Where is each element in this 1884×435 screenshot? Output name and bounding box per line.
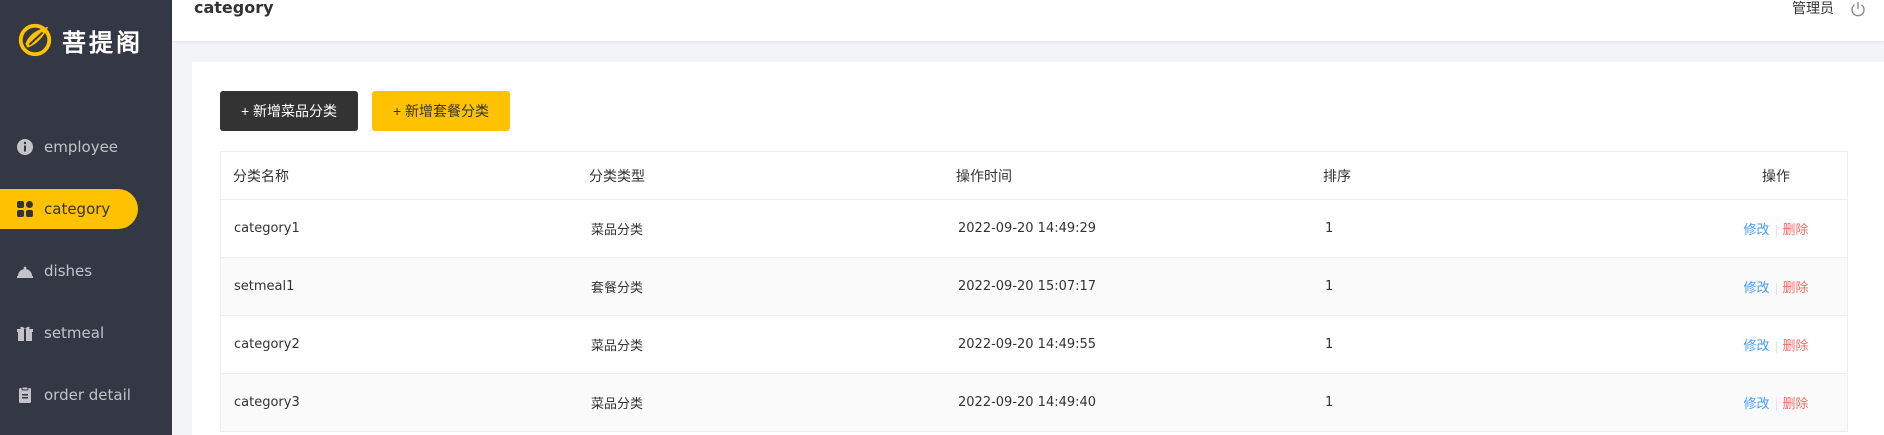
cell-time: 2022-09-20 14:49:29 (958, 221, 1097, 236)
cell-time: 2022-09-20 14:49:40 (958, 395, 1097, 410)
sidebar-item-order-detail[interactable]: order detail (0, 375, 172, 415)
sidebar-item-label: dishes (44, 262, 93, 280)
table-row: category3 菜品分类 2022-09-20 14:49:40 1 修改删… (221, 374, 1847, 432)
table-row: category1 菜品分类 2022-09-20 14:49:29 1 修改删… (221, 200, 1847, 258)
clipboard-icon (16, 386, 34, 404)
user-name[interactable]: 管理员 (1792, 0, 1834, 18)
sidebar-nav: employee category dishes setmeal order d… (0, 127, 172, 435)
column-header-type[interactable]: 分类类型 (589, 166, 956, 186)
sidebar-item-label: employee (44, 138, 119, 156)
cell-name: category2 (234, 337, 300, 352)
sidebar-item-label: category (44, 200, 111, 218)
gift-icon (16, 324, 34, 342)
cloche-icon (16, 262, 34, 280)
add-dish-category-button[interactable]: + 新增菜品分类 (220, 91, 358, 131)
cell-type: 菜品分类 (591, 339, 644, 354)
cell-actions: 修改 删除 (1705, 393, 1847, 412)
info-circle-icon (16, 138, 34, 156)
cell-type: 菜品分类 (591, 223, 644, 238)
logo[interactable]: 菩提阁 (16, 22, 143, 58)
sidebar-item-employee[interactable]: employee (0, 127, 172, 167)
delete-link[interactable]: 删除 (1783, 339, 1809, 354)
cell-actions: 修改 删除 (1705, 277, 1847, 296)
logo-leaf-icon (18, 23, 52, 57)
column-header-name[interactable]: 分类名称 (221, 166, 589, 186)
sidebar: 菩提阁 employee category dishes setmeal ord… (0, 0, 172, 435)
cell-name: category3 (234, 395, 300, 410)
cell-type: 套餐分类 (591, 281, 644, 296)
cell-sort: 1 (1325, 221, 1334, 236)
content-card: + 新增菜品分类 + 新增套餐分类 分类名称 分类类型 操作时间 排序 操作 c… (192, 62, 1884, 435)
cell-actions: 修改 删除 (1705, 335, 1847, 354)
power-icon[interactable] (1850, 1, 1866, 17)
table-row: category2 菜品分类 2022-09-20 14:49:55 1 修改删… (221, 316, 1847, 374)
column-header-actions: 操作 (1762, 168, 1790, 185)
cell-name: category1 (234, 221, 300, 236)
edit-link[interactable]: 修改 (1743, 339, 1769, 354)
cell-sort: 1 (1325, 337, 1334, 352)
add-setmeal-category-button[interactable]: + 新增套餐分类 (372, 91, 510, 131)
cell-time: 2022-09-20 15:07:17 (958, 279, 1097, 294)
table-row: setmeal1 套餐分类 2022-09-20 15:07:17 1 修改 删除 (221, 258, 1847, 316)
sidebar-item-category[interactable]: category (0, 189, 138, 229)
delete-link[interactable]: 删除 (1783, 397, 1809, 412)
sidebar-item-label: setmeal (44, 324, 105, 342)
delete-link[interactable]: 删除 (1783, 223, 1809, 238)
sidebar-item-dishes[interactable]: dishes (0, 251, 172, 291)
column-header-sort[interactable]: 排序 (1323, 166, 1705, 186)
edit-link[interactable]: 修改 (1743, 281, 1769, 296)
cell-name: setmeal1 (234, 279, 295, 294)
action-divider (1775, 340, 1777, 353)
action-divider (1775, 282, 1777, 295)
sidebar-item-label: order detail (44, 386, 131, 404)
action-divider (1775, 224, 1777, 237)
sidebar-item-setmeal[interactable]: setmeal (0, 313, 172, 353)
grid-icon (16, 200, 34, 218)
cell-sort: 1 (1325, 395, 1334, 410)
cell-type: 菜品分类 (591, 397, 644, 412)
action-divider (1775, 398, 1777, 411)
table-header: 分类名称 分类类型 操作时间 排序 操作 (221, 152, 1847, 200)
logo-text: 菩提阁 (62, 28, 143, 57)
edit-link[interactable]: 修改 (1743, 223, 1769, 238)
edit-link[interactable]: 修改 (1743, 397, 1769, 412)
cell-time: 2022-09-20 14:49:55 (958, 337, 1097, 352)
column-header-time[interactable]: 操作时间 (956, 166, 1323, 186)
cell-actions: 修改 删除 (1705, 219, 1847, 238)
cell-sort: 1 (1325, 279, 1334, 294)
category-table: 分类名称 分类类型 操作时间 排序 操作 category1 菜品分类 2022… (220, 151, 1848, 432)
delete-link[interactable]: 删除 (1783, 281, 1809, 296)
top-header: category 管理员 (172, 0, 1884, 41)
page-title: category (194, 0, 274, 17)
